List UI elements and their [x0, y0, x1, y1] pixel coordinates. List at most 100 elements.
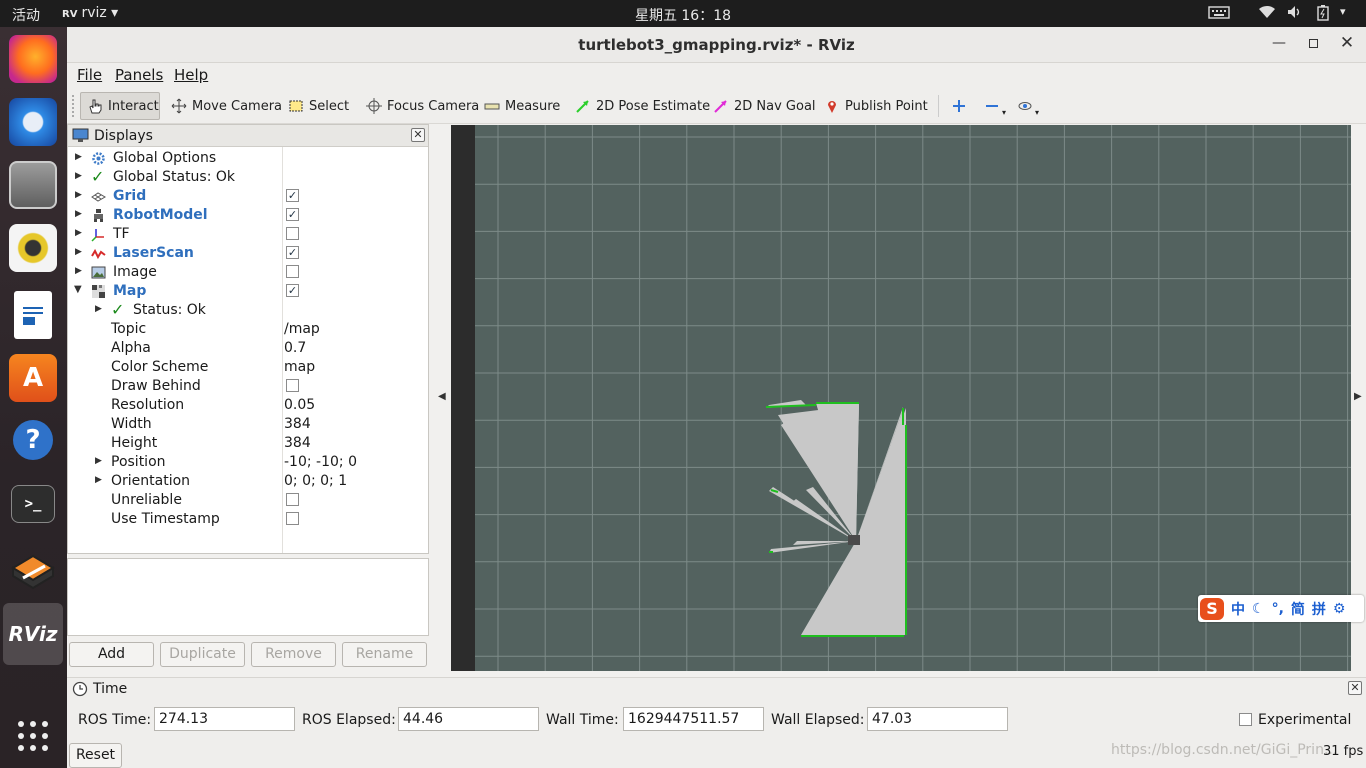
ime-pinyin[interactable]: 拼	[1312, 599, 1326, 619]
ime-toolbar[interactable]: S 中 ☾ °, 简 拼 ⚙	[1198, 595, 1364, 622]
display-checkbox[interactable]	[286, 265, 299, 278]
gazebo-icon[interactable]	[9, 547, 57, 595]
prop-row-height[interactable]: Height 384	[68, 434, 428, 453]
moon-icon[interactable]: ☾	[1252, 601, 1265, 617]
collapse-arrow-icon[interactable]: ▼	[74, 284, 82, 295]
prop-row-use-timestamp[interactable]: Use Timestamp	[68, 510, 428, 529]
prop-row-unreliable[interactable]: Unreliable	[68, 491, 428, 510]
reset-button[interactable]: Reset	[69, 743, 122, 768]
prop-row-alpha[interactable]: Alpha 0.7	[68, 339, 428, 358]
wifi-icon[interactable]	[1258, 4, 1276, 24]
menu-help[interactable]: Help	[174, 66, 208, 84]
wall-time-field[interactable]: 1629447511.57	[623, 707, 764, 731]
select-button[interactable]: Select	[282, 92, 355, 120]
focus-camera-button[interactable]: Focus Camera	[360, 92, 485, 120]
ros-elapsed-field[interactable]: 44.46	[398, 707, 539, 731]
show-apps-icon[interactable]	[9, 712, 57, 760]
minimize-button[interactable]: —	[1269, 35, 1289, 51]
prop-value-color-scheme[interactable]: map	[284, 359, 315, 375]
expand-arrow-icon[interactable]: ▶	[95, 475, 102, 485]
publish-point-button[interactable]: Publish Point	[818, 92, 934, 120]
battery-icon[interactable]	[1316, 4, 1330, 26]
window-titlebar[interactable]: turtlebot3_gmapping.rviz* - RViz — ✕	[67, 27, 1366, 63]
close-window-button[interactable]: ✕	[1337, 33, 1357, 53]
activities-button[interactable]: 活动	[12, 5, 40, 25]
display-row-image[interactable]: ▶ Image	[68, 263, 428, 282]
thunderbird-icon[interactable]	[9, 98, 57, 146]
rename-button[interactable]: Rename	[342, 642, 427, 667]
collapse-right-panel-icon[interactable]: ▶	[1354, 391, 1362, 402]
displays-header[interactable]: Displays ✕	[68, 125, 428, 147]
terminal-icon[interactable]: >_	[11, 485, 55, 523]
ime-punctuation[interactable]: °,	[1272, 601, 1284, 617]
files-icon[interactable]	[9, 161, 57, 209]
prop-row-topic[interactable]: Topic /map	[68, 320, 428, 339]
move-camera-button[interactable]: Move Camera	[165, 92, 288, 120]
wall-elapsed-field[interactable]: 47.03	[867, 707, 1008, 731]
maximize-button[interactable]	[1303, 36, 1323, 52]
software-center-icon[interactable]: A	[9, 354, 57, 402]
prop-value-alpha[interactable]: 0.7	[284, 340, 306, 356]
ime-simplified[interactable]: 简	[1291, 599, 1305, 619]
writer-icon[interactable]	[14, 291, 52, 339]
rviz-icon[interactable]: RViz	[3, 603, 63, 665]
prop-value-topic[interactable]: /map	[284, 321, 320, 337]
nav-goal-button[interactable]: 2D Nav Goal	[707, 92, 822, 120]
view-tool-button[interactable]: ▾	[1011, 92, 1045, 120]
toolbar-grip[interactable]	[72, 95, 76, 117]
ros-time-field[interactable]: 274.13	[154, 707, 295, 731]
prop-row-color-scheme[interactable]: Color Scheme map	[68, 358, 428, 377]
add-button[interactable]: Add	[69, 642, 154, 667]
expand-arrow-icon[interactable]: ▶	[75, 190, 82, 200]
display-row-tf[interactable]: ▶ TF	[68, 225, 428, 244]
display-row-grid[interactable]: ▶ Grid ✓	[68, 187, 428, 206]
clock[interactable]: 星期五 16：18	[635, 8, 731, 24]
displays-close-button[interactable]: ✕	[411, 128, 425, 142]
time-panel-close-button[interactable]: ✕	[1348, 681, 1362, 695]
volume-icon[interactable]	[1286, 4, 1304, 24]
display-row-global-status[interactable]: ▶ ✓ Global Status: Ok	[68, 167, 428, 187]
keyboard-icon[interactable]	[1208, 4, 1230, 24]
expand-arrow-icon[interactable]: ▶	[75, 247, 82, 257]
settings-gear-icon[interactable]: ⚙	[1333, 601, 1346, 617]
render-viewport[interactable]	[451, 125, 1351, 671]
prop-row-width[interactable]: Width 384	[68, 415, 428, 434]
prop-row-position[interactable]: ▶ Position -10; -10; 0	[68, 453, 428, 472]
expand-arrow-icon[interactable]: ▶	[75, 266, 82, 276]
menu-panels[interactable]: Panels	[115, 66, 163, 84]
remove-button[interactable]: Remove	[251, 642, 336, 667]
display-row-laserscan[interactable]: ▶ LaserScan ✓	[68, 244, 428, 263]
display-checkbox[interactable]	[286, 227, 299, 240]
duplicate-button[interactable]: Duplicate	[160, 642, 245, 667]
unreliable-checkbox[interactable]	[286, 493, 299, 506]
use-timestamp-checkbox[interactable]	[286, 512, 299, 525]
expand-arrow-icon[interactable]: ▶	[75, 171, 82, 181]
pose-estimate-button[interactable]: 2D Pose Estimate	[569, 92, 716, 120]
draw-behind-checkbox[interactable]	[286, 379, 299, 392]
help-icon[interactable]: ?	[13, 420, 53, 460]
interact-button[interactable]: Interact	[80, 92, 160, 120]
measure-button[interactable]: Measure	[478, 92, 566, 120]
expand-arrow-icon[interactable]: ▶	[95, 304, 102, 314]
system-menu-arrow-icon[interactable]: ▾	[1340, 5, 1346, 18]
add-tool-button[interactable]	[945, 92, 978, 120]
expand-arrow-icon[interactable]: ▶	[75, 228, 82, 238]
app-menu[interactable]: RV rviz ▾	[62, 5, 118, 21]
display-checkbox[interactable]: ✓	[286, 284, 299, 297]
firefox-icon[interactable]	[9, 35, 57, 83]
display-row-map[interactable]: ▼ Map ✓	[68, 282, 428, 301]
map-status-row[interactable]: ▶ ✓ Status: Ok	[68, 300, 428, 320]
prop-row-orientation[interactable]: ▶ Orientation 0; 0; 0; 1	[68, 472, 428, 491]
display-row-robotmodel[interactable]: ▶ RobotModel ✓	[68, 206, 428, 225]
remove-tool-button[interactable]: ▾	[978, 92, 1012, 120]
expand-arrow-icon[interactable]: ▶	[75, 209, 82, 219]
ime-chinese-mode[interactable]: 中	[1231, 599, 1245, 619]
rhythmbox-icon[interactable]	[9, 224, 57, 272]
expand-arrow-icon[interactable]: ▶	[95, 456, 102, 466]
expand-arrow-icon[interactable]: ▶	[75, 152, 82, 162]
experimental-checkbox[interactable]	[1239, 713, 1252, 726]
display-checkbox[interactable]: ✓	[286, 246, 299, 259]
prop-row-resolution[interactable]: Resolution 0.05	[68, 396, 428, 415]
display-checkbox[interactable]: ✓	[286, 189, 299, 202]
menu-file[interactable]: File	[77, 66, 102, 84]
